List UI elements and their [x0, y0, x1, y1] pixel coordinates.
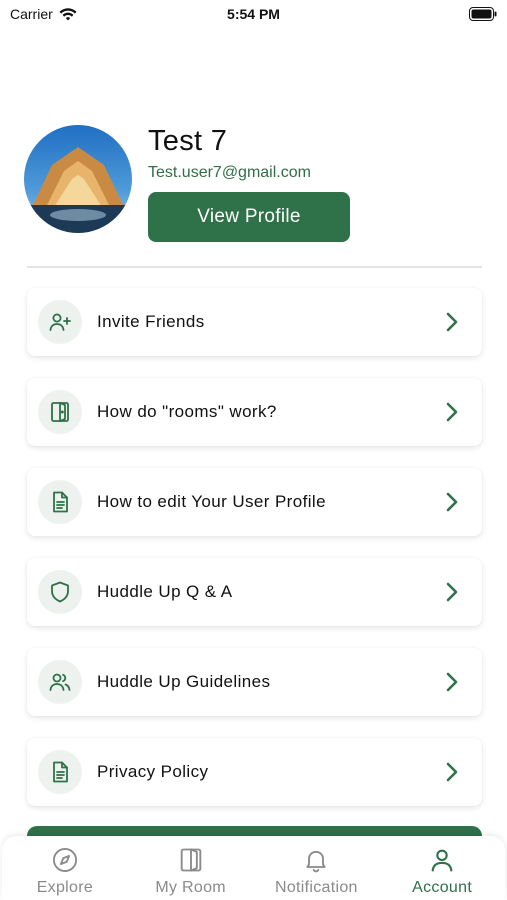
- menu-item-label: Invite Friends: [97, 312, 205, 331]
- chevron-right-icon: [446, 672, 458, 692]
- chevron-right-icon: [446, 492, 458, 512]
- chevron-right-icon: [446, 312, 458, 332]
- status-bar: Carrier 5:54 PM: [0, 0, 507, 30]
- users-icon: [38, 660, 82, 704]
- add-user-icon: [38, 300, 82, 344]
- view-profile-button[interactable]: View Profile: [148, 192, 350, 242]
- door-icon: [180, 848, 201, 872]
- tab-label: My Room: [155, 879, 226, 896]
- menu-list: Invite Friends How do "rooms" work? How …: [27, 288, 482, 828]
- profile-email: Test.user7@gmail.com: [148, 164, 311, 181]
- profile-header: Test 7 Test.user7@gmail.com View Profile: [24, 125, 484, 245]
- tab-notification[interactable]: Notification: [254, 836, 380, 900]
- document-icon: [38, 480, 82, 524]
- menu-item-label: How to edit Your User Profile: [97, 492, 326, 511]
- shield-icon: [38, 570, 82, 614]
- door-icon: [38, 390, 82, 434]
- menu-item-label: Huddle Up Guidelines: [97, 672, 271, 691]
- menu-item-label: Privacy Policy: [97, 762, 209, 781]
- menu-item-qa[interactable]: Huddle Up Q & A: [27, 558, 482, 626]
- chevron-right-icon: [446, 762, 458, 782]
- clock: 5:54 PM: [227, 6, 280, 22]
- menu-item-invite-friends[interactable]: Invite Friends: [27, 288, 482, 356]
- menu-item-label: Huddle Up Q & A: [97, 582, 233, 601]
- tab-label: Explore: [36, 879, 94, 896]
- avatar-image: [24, 125, 132, 233]
- document-icon: [38, 750, 82, 794]
- tab-my-room[interactable]: My Room: [128, 836, 254, 900]
- divider: [27, 266, 482, 268]
- tab-label: Account: [412, 879, 473, 896]
- user-icon: [431, 849, 453, 872]
- profile-name: Test 7: [148, 125, 228, 157]
- menu-item-privacy-policy[interactable]: Privacy Policy: [27, 738, 482, 806]
- tab-label: Notification: [275, 879, 358, 896]
- tab-bar: Explore My Room Notification Account: [2, 836, 505, 900]
- chevron-right-icon: [446, 402, 458, 422]
- tab-account[interactable]: Account: [379, 836, 505, 900]
- menu-item-label: How do "rooms" work?: [97, 402, 277, 421]
- menu-item-guidelines[interactable]: Huddle Up Guidelines: [27, 648, 482, 716]
- avatar[interactable]: [24, 125, 132, 233]
- bell-icon: [306, 850, 327, 873]
- compass-icon: [52, 847, 77, 873]
- menu-item-how-rooms-work[interactable]: How do "rooms" work?: [27, 378, 482, 446]
- menu-item-edit-user-profile[interactable]: How to edit Your User Profile: [27, 468, 482, 536]
- tab-explore[interactable]: Explore: [2, 836, 128, 900]
- chevron-right-icon: [446, 582, 458, 602]
- battery-icon: [469, 7, 497, 21]
